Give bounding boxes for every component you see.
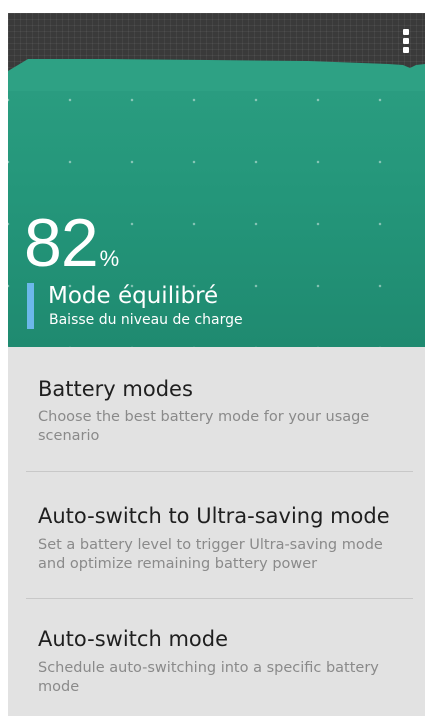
battery-percent-value: 82 [24,205,99,281]
current-mode-subtitle: Baisse du niveau de charge [49,312,243,328]
battery-app-screen: 82% Mode équilibré Baisse du niveau de c… [8,13,425,716]
current-mode-title: Mode équilibré [48,283,219,309]
auto-switch-ultra-saving-title: Auto-switch to Ultra-saving mode [38,504,390,528]
battery-modes-title: Battery modes [38,377,193,401]
battery-modes-description: Choose the best battery mode for your us… [38,409,370,444]
auto-switch-mode-title: Auto-switch mode [38,627,228,651]
percent-sign: % [99,246,120,271]
auto-switch-mode-item[interactable]: Auto-switch mode Schedule auto-switching… [8,599,425,716]
auto-switch-mode-description: Schedule auto-switching into a specific … [38,660,379,695]
settings-list: Battery modes Choose the best battery mo… [8,347,425,716]
battery-modes-item[interactable]: Battery modes Choose the best battery mo… [8,347,425,471]
battery-percentage: 82% [24,209,119,277]
more-vert-icon[interactable] [399,27,413,55]
auto-switch-ultra-saving-item[interactable]: Auto-switch to Ultra-saving mode Set a b… [8,472,425,598]
battery-graph-header: 82% Mode équilibré Baisse du niveau de c… [8,13,425,347]
mode-indicator-bar [27,283,34,329]
auto-switch-ultra-saving-description: Set a battery level to trigger Ultra-sav… [38,537,383,572]
